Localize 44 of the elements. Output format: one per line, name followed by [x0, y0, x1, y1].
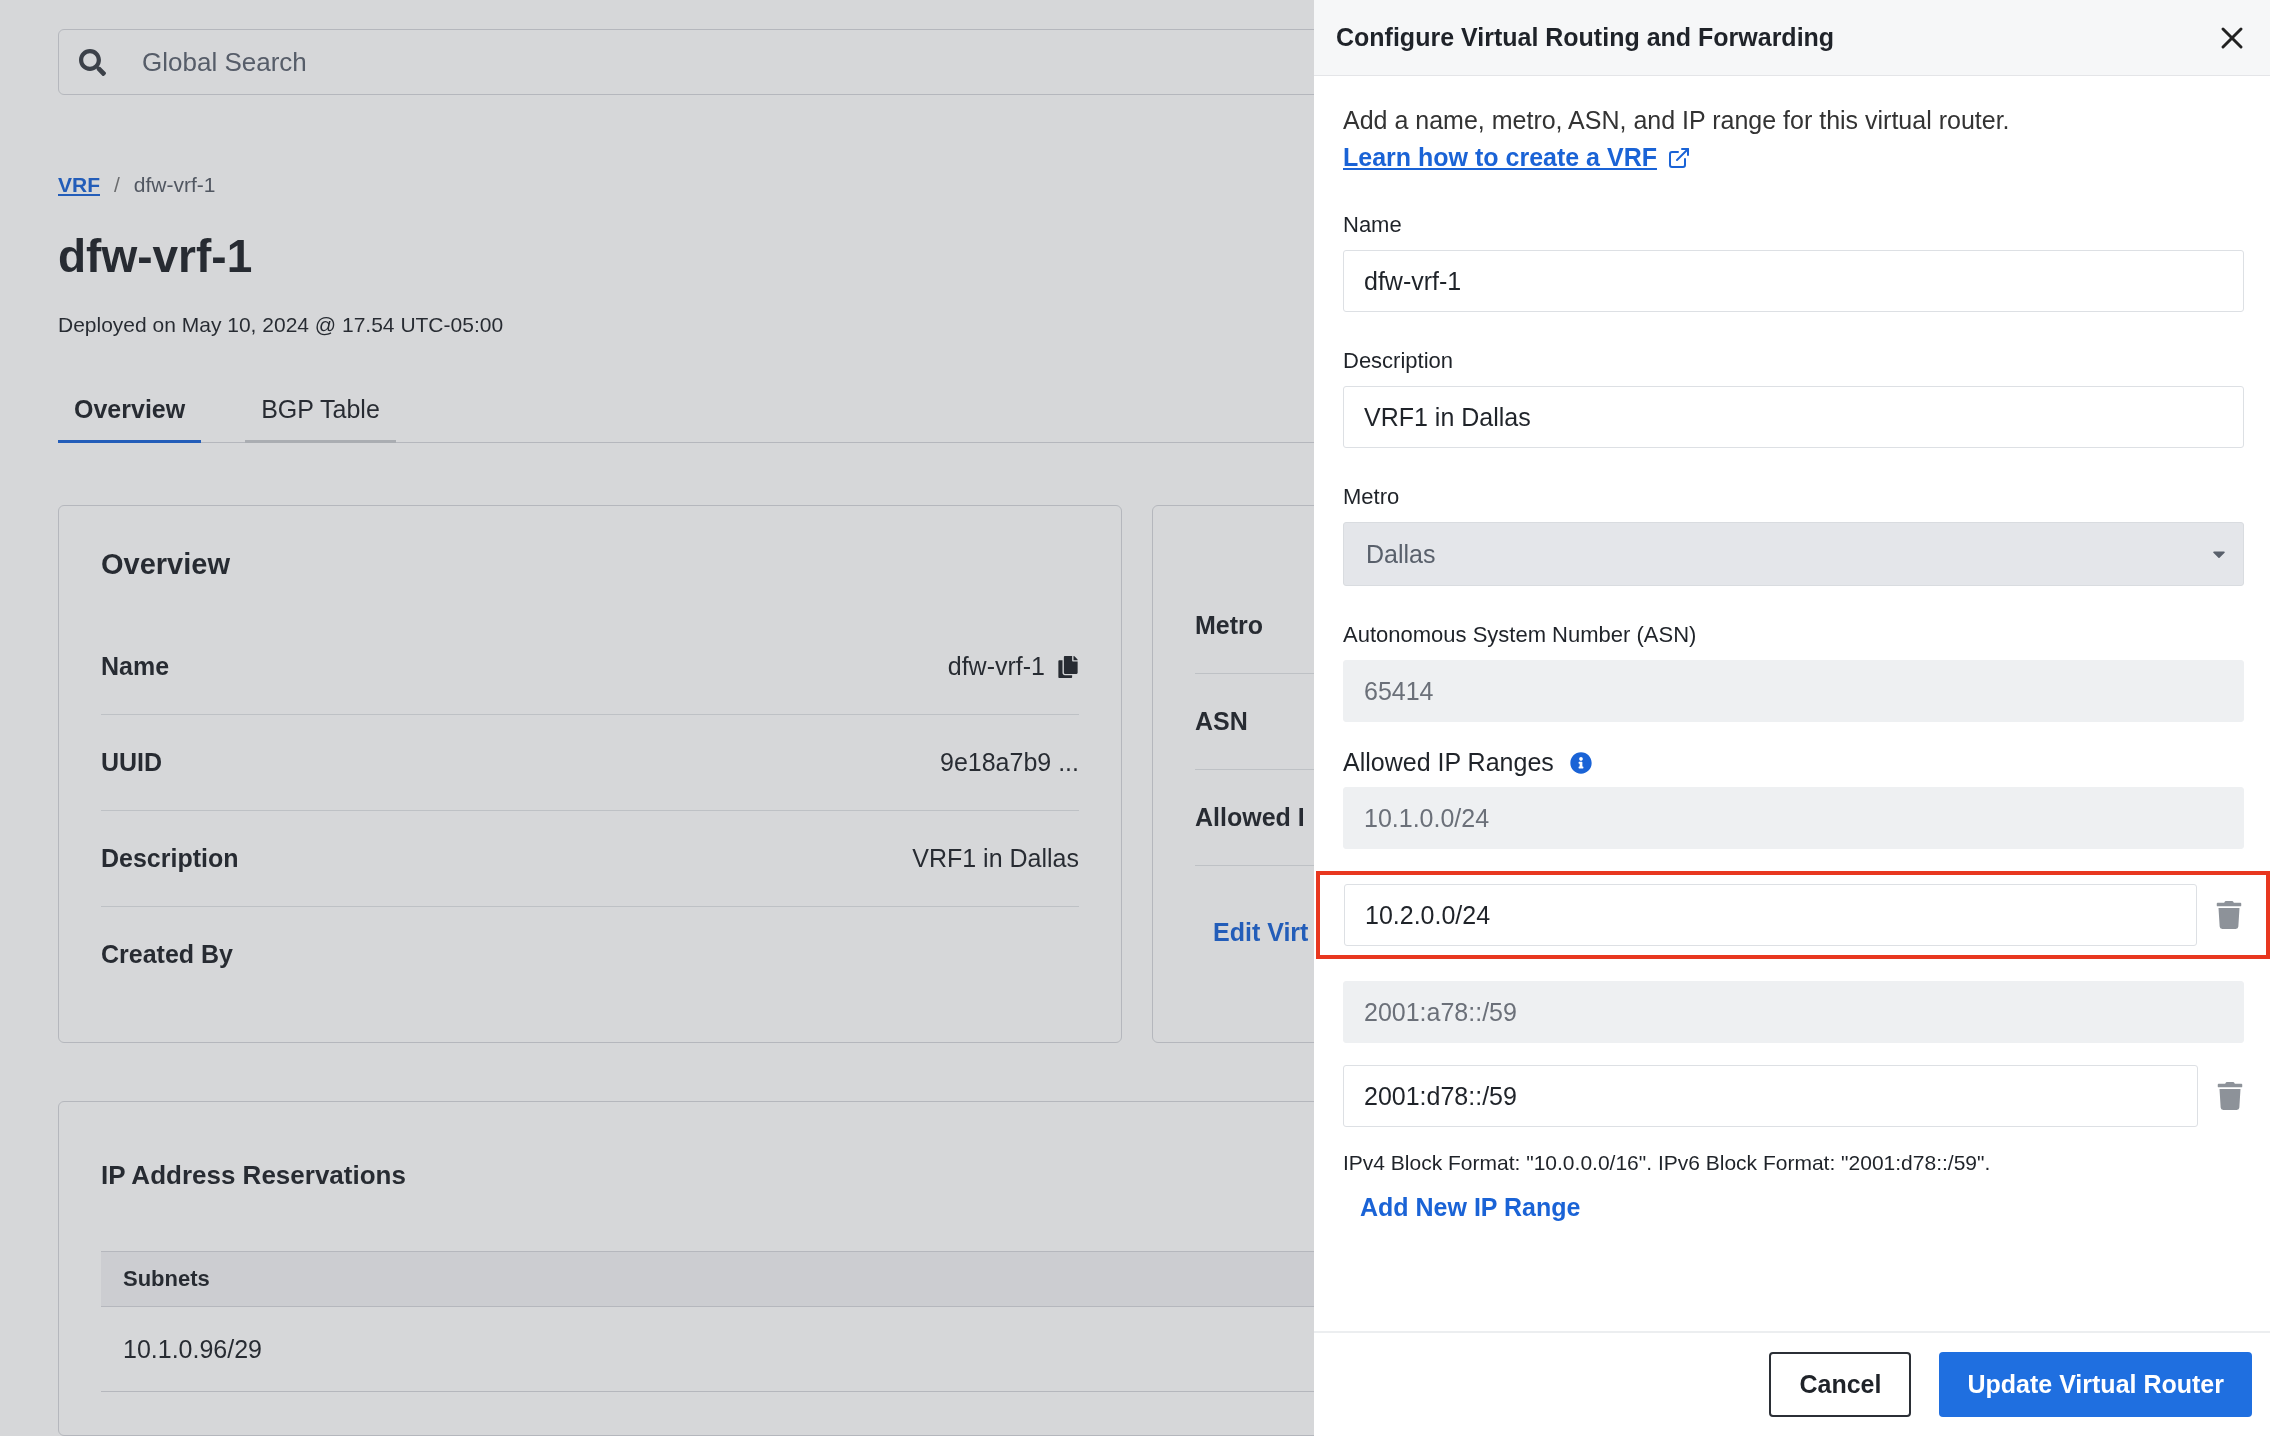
row-value: 9e18a7b9 ...	[940, 748, 1079, 777]
field-label: Metro	[1343, 484, 1401, 510]
row-label: Created By	[101, 940, 234, 969]
delete-button[interactable]	[2216, 1082, 2244, 1110]
card-title: Overview	[101, 548, 231, 581]
row-value: dfw-vrf-1	[947, 652, 1045, 681]
breadcrumb-separator: /	[114, 173, 120, 197]
delete-button[interactable]	[2215, 901, 2243, 929]
row-label: UUID	[101, 748, 164, 777]
edit-link[interactable]: Edit Virt	[1213, 918, 1314, 947]
field-label: Allowed IP Ranges	[1343, 748, 1554, 777]
tab[interactable]: BGP Table	[245, 383, 396, 443]
ip-range-field[interactable]: 10.1.0.0/24	[1343, 787, 2244, 849]
tab[interactable]: Overview	[58, 383, 202, 443]
row-label: Name	[101, 652, 171, 681]
row-value: VRF1 in Dallas	[912, 844, 1079, 873]
field-label: Autonomous System Number (ASN)	[1343, 622, 1698, 648]
deployed-text: Deployed on May 10, 2024 @ 17.54 UTC-05:00	[58, 313, 505, 337]
search-field[interactable]: Global Search	[58, 29, 1314, 95]
field-label: Name	[1343, 212, 1403, 238]
ip-range-field[interactable]: 10.2.0.0/24	[1344, 884, 2197, 946]
info-icon[interactable]	[1569, 751, 1592, 774]
field-label: Description	[1343, 348, 1455, 374]
learn-link[interactable]: Learn how to create a VRF	[1343, 143, 1691, 172]
card-title: IP Address Reservations	[101, 1160, 407, 1191]
drawer-title: Configure Virtual Routing and Forwarding	[1336, 23, 1836, 52]
cancel-button[interactable]: Cancel	[1769, 1352, 1912, 1417]
search-icon	[79, 48, 106, 76]
text-field[interactable]: VRF1 in Dallas	[1343, 386, 2244, 448]
breadcrumb-link[interactable]: VRF	[58, 173, 100, 197]
breadcrumb-current: dfw-vrf-1	[133, 173, 216, 197]
copy-icon[interactable]	[1057, 655, 1079, 678]
column-header: Subnets	[101, 1251, 1314, 1307]
row-label: Description	[101, 844, 240, 873]
intro-text: Add a name, metro, ASN, and IP range for this virtual router.	[1343, 106, 2011, 135]
ip-range-field[interactable]: 2001:d78::/59	[1343, 1065, 2198, 1127]
search-placeholder: Global Search	[142, 46, 307, 78]
text-field[interactable]: dfw-vrf-1	[1343, 250, 2244, 312]
external-link-icon	[1666, 145, 1691, 170]
format-help-text: IPv4 Block Format: "10.0.0.0/16". IPv6 Block Format: "2001:d78::/59".	[1343, 1151, 1992, 1175]
update-button[interactable]: Update Virtual Router	[1939, 1352, 2252, 1417]
ip-range-field[interactable]: 2001:a78::/59	[1343, 981, 2244, 1043]
page-title: dfw-vrf-1	[58, 229, 254, 283]
add-range-link[interactable]: Add New IP Range	[1360, 1193, 1581, 1222]
